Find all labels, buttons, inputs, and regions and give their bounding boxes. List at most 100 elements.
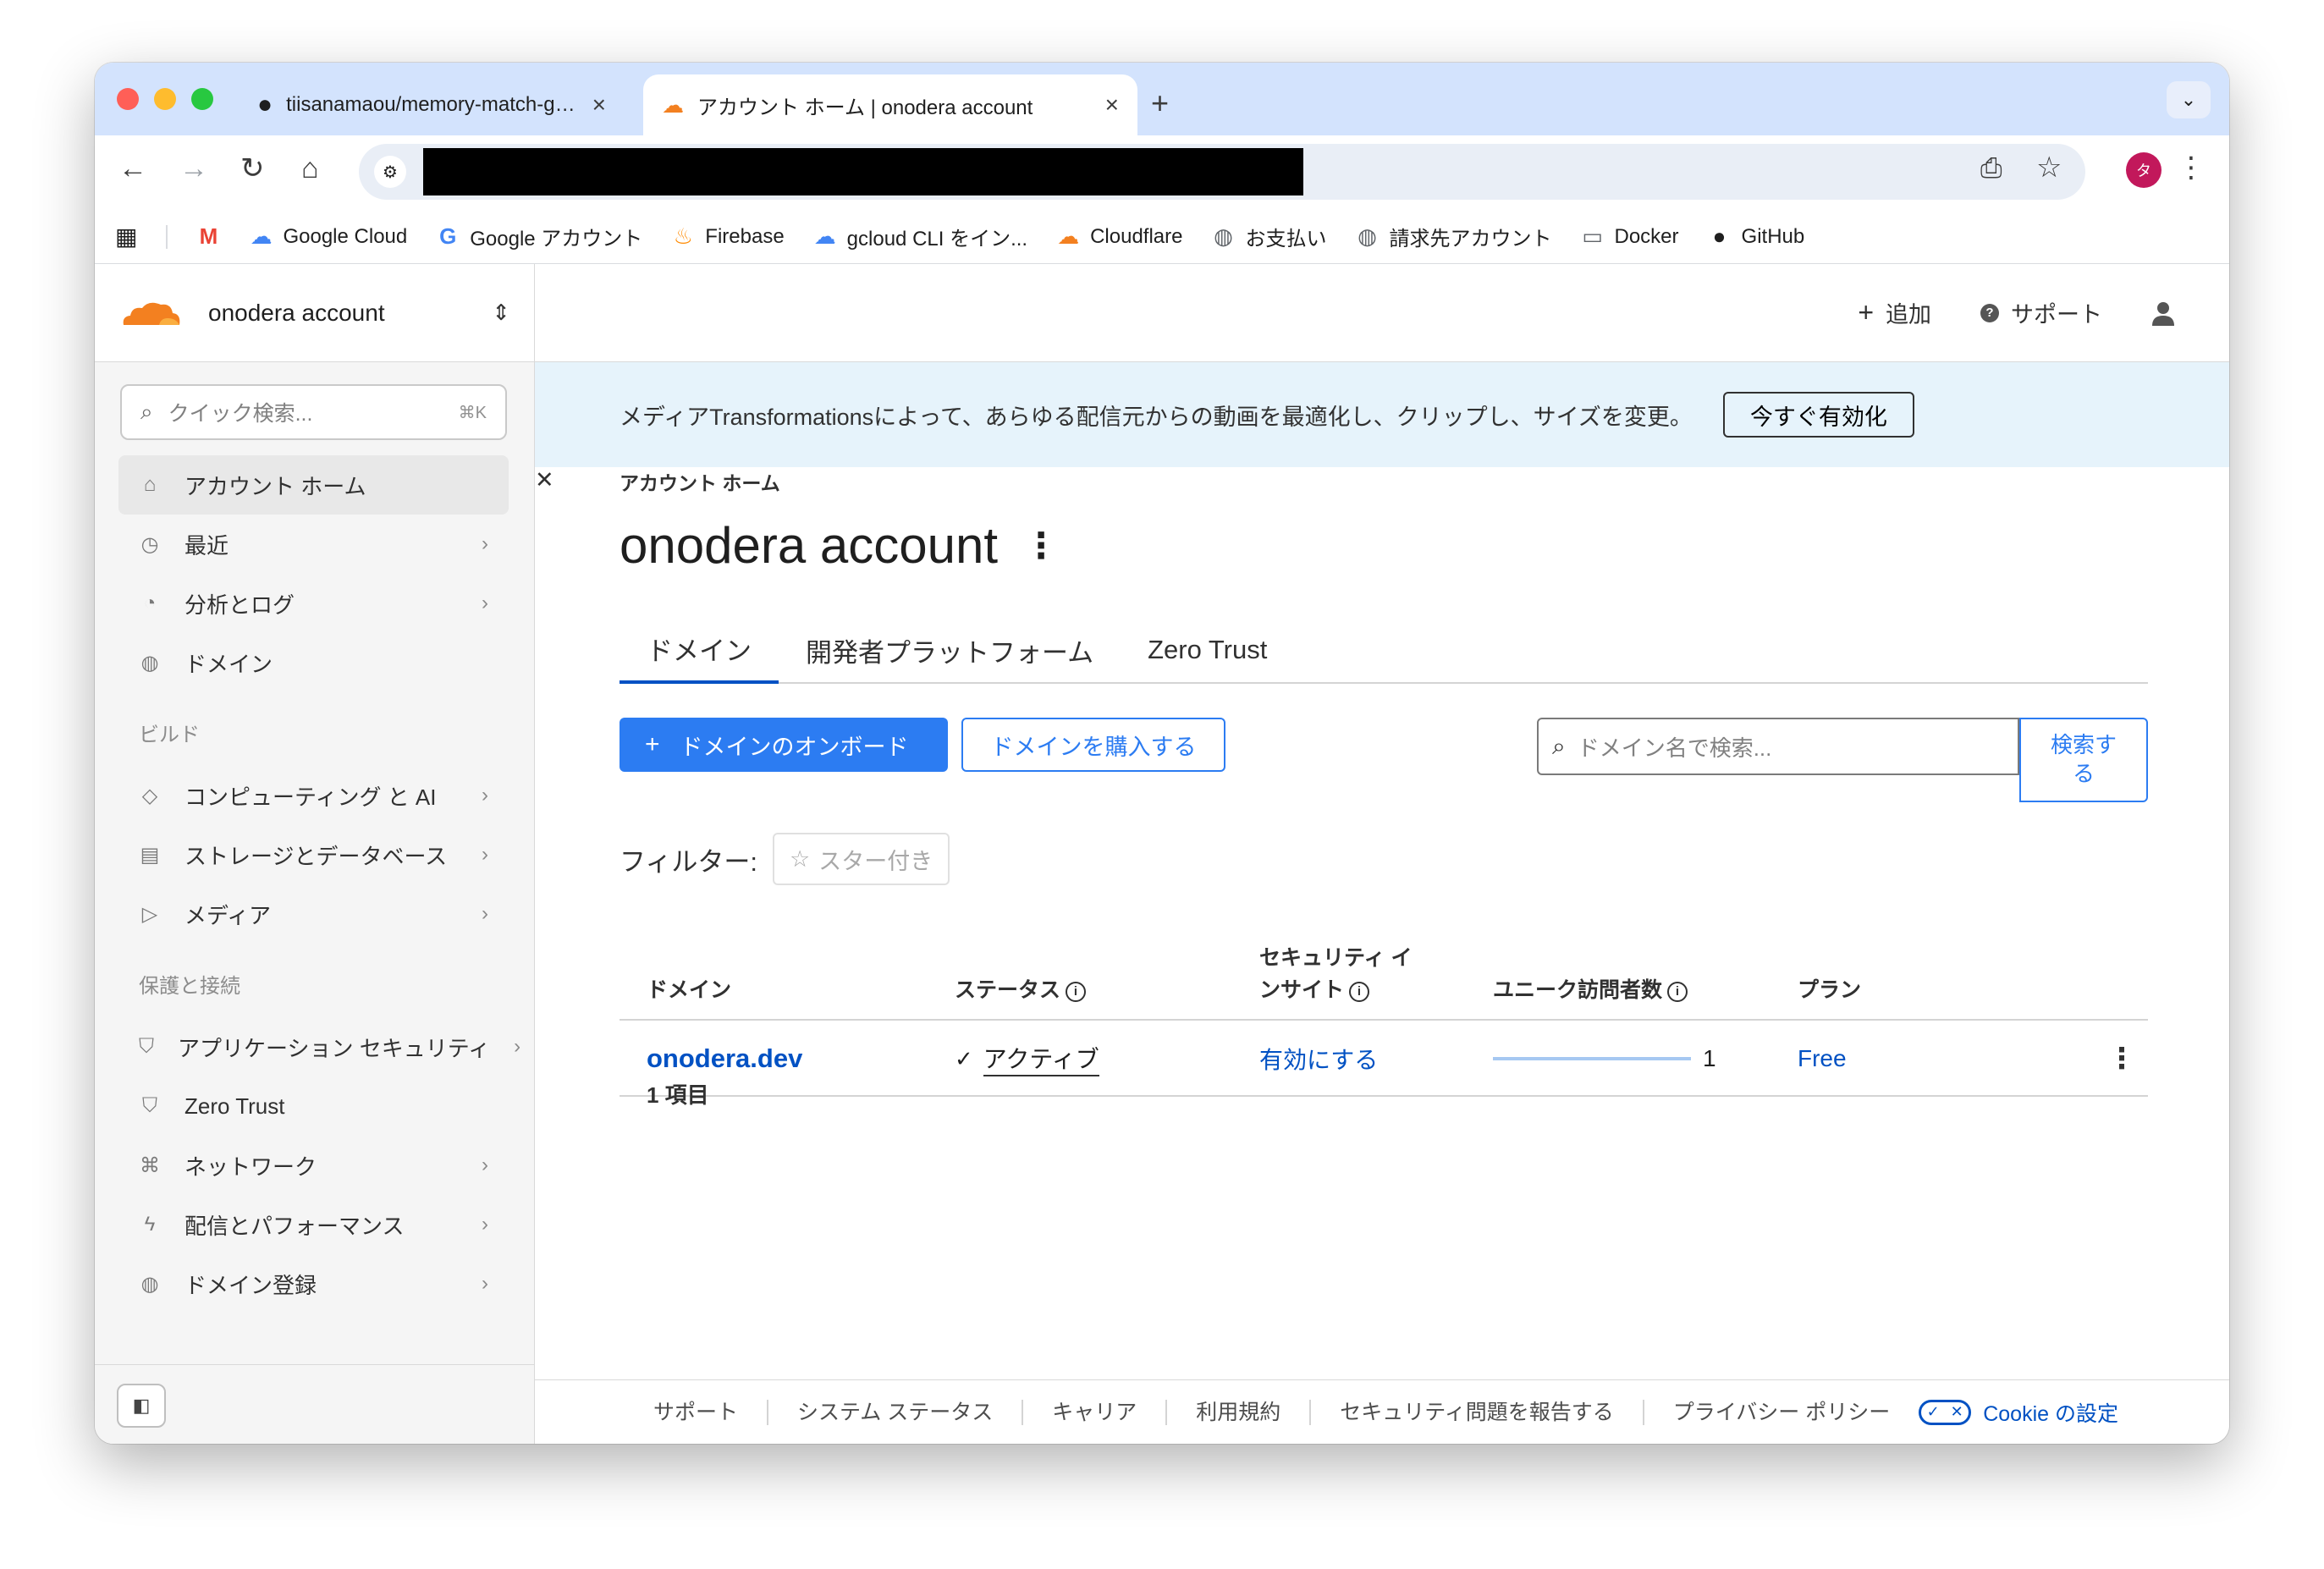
bookmark-docker[interactable]: ▭ Docker bbox=[1581, 223, 1679, 250]
domain-search-input[interactable]: ⌕ ドメイン名で検索... bbox=[1537, 718, 2019, 775]
minimize-window-button[interactable] bbox=[154, 88, 176, 110]
page-content: アカウント ホーム onodera account ⋮ ドメイン 開発者プラット… bbox=[620, 467, 2148, 1108]
address-bar[interactable]: ⚙ bbox=[359, 144, 2085, 200]
footer-link-support[interactable]: サポート bbox=[620, 1399, 769, 1425]
account-menu-button[interactable]: ⋮ bbox=[1023, 525, 1059, 566]
sidebar-item-network[interactable]: ⌘ ネットワーク › bbox=[118, 1136, 509, 1195]
bookmarks-bar: ▦ M ☁ Google Cloud G Google アカウント ♨ Firebas… bbox=[95, 210, 2229, 264]
footer-link-system-status[interactable]: システム ステータス bbox=[768, 1399, 1024, 1425]
enable-security-insights-link[interactable]: 有効にする bbox=[1259, 1021, 1378, 1097]
home-button[interactable]: ⌂ bbox=[301, 154, 319, 183]
bookmark-google-account[interactable]: G Google アカウント bbox=[436, 222, 642, 251]
user-menu-button[interactable] bbox=[2151, 300, 2175, 326]
banner-text: メディアTransformationsによって、あらゆる配信元からの動画を最適化… bbox=[620, 404, 1693, 430]
sidebar-item-label: アプリケーション セキュリティ bbox=[178, 1035, 491, 1061]
plan-link[interactable]: Free bbox=[1798, 1021, 1847, 1097]
star-icon[interactable]: ☆ bbox=[2036, 151, 2062, 184]
close-icon[interactable]: × bbox=[1105, 91, 1119, 118]
browser-menu-button[interactable]: ⋮ bbox=[2177, 151, 2206, 184]
reload-button[interactable]: ↻ bbox=[240, 154, 265, 183]
header-label: ユニーク訪問者数 bbox=[1493, 978, 1663, 1003]
maximize-window-button[interactable] bbox=[191, 88, 213, 110]
onboard-label: ドメインのオンボード bbox=[680, 734, 909, 760]
footer-link-terms[interactable]: 利用規約 bbox=[1167, 1399, 1312, 1425]
close-window-button[interactable] bbox=[117, 88, 139, 110]
chevron-right-icon: › bbox=[482, 843, 488, 866]
column-header-status[interactable]: ステータス i bbox=[955, 974, 1087, 1007]
bookmark-gmail[interactable]: M bbox=[196, 223, 220, 250]
column-header-domain[interactable]: ドメイン bbox=[647, 974, 731, 1007]
bookmark-label: 請求先アカウント bbox=[1389, 228, 1552, 250]
cloudflare-logo-icon bbox=[123, 302, 180, 325]
install-app-icon[interactable]: ⎙ bbox=[1980, 152, 2002, 184]
page-tabs: ドメイン 開発者プラットフォーム Zero Trust bbox=[620, 616, 2148, 684]
cookie-settings-link[interactable]: ✓ ✕ Cookie の設定 bbox=[1919, 1397, 2118, 1428]
bookmark-github[interactable]: ● GitHub bbox=[1708, 223, 1805, 250]
collapse-sidebar-button[interactable]: ◧ bbox=[117, 1384, 166, 1428]
new-tab-button[interactable]: + bbox=[1151, 88, 1169, 118]
bookmark-billing-account[interactable]: ◍ 請求先アカウント bbox=[1356, 222, 1552, 251]
sidebar-item-compute-ai[interactable]: ◇ コンピューティング と AI › bbox=[118, 766, 509, 825]
chevron-right-icon: › bbox=[482, 784, 488, 807]
sidebar-item-zero-trust[interactable]: ⛉ Zero Trust bbox=[118, 1076, 509, 1136]
sidebar-item-analytics[interactable]: ◔ 分析とログ › bbox=[118, 574, 509, 633]
add-button[interactable]: + 追加 bbox=[1858, 296, 1931, 329]
bookmark-firebase[interactable]: ♨ Firebase bbox=[671, 223, 785, 250]
firebase-icon: ♨ bbox=[673, 223, 693, 249]
back-button[interactable]: ← bbox=[118, 154, 147, 183]
buy-domain-button[interactable]: ドメインを購入する bbox=[961, 718, 1225, 772]
sidebar-item-media[interactable]: ▷ メディア › bbox=[118, 884, 509, 944]
onboard-domain-button[interactable]: + ドメインのオンボード bbox=[620, 718, 948, 772]
redacted-url[interactable] bbox=[423, 148, 1303, 195]
bookmark-label: Docker bbox=[1614, 224, 1679, 248]
info-icon[interactable]: i bbox=[1349, 981, 1370, 1002]
apps-icon[interactable]: ▦ bbox=[115, 223, 137, 250]
sidebar-item-storage[interactable]: ▤ ストレージとデータベース › bbox=[118, 825, 509, 884]
tab-developer-platform[interactable]: 開発者プラットフォーム bbox=[779, 616, 1121, 684]
starred-filter-chip[interactable]: ☆ スター付き bbox=[773, 833, 950, 885]
sidebar-item-account-home[interactable]: ⌂ アカウント ホーム bbox=[118, 455, 509, 515]
sidebar-item-label: メディア bbox=[184, 902, 272, 928]
tab-domains[interactable]: ドメイン bbox=[620, 616, 779, 684]
quick-search-input[interactable]: ⌕ クイック検索... ⌘K bbox=[120, 384, 507, 440]
sidebar-item-app-security[interactable]: ⛉ アプリケーション セキュリティ › bbox=[118, 1017, 520, 1076]
enable-now-button[interactable]: 今すぐ有効化 bbox=[1722, 392, 1914, 438]
visitors-count: 1 bbox=[1703, 1045, 1716, 1071]
sidebar-item-delivery[interactable]: ϟ 配信とパフォーマンス › bbox=[118, 1195, 509, 1254]
chevron-up-down-icon: ⇕ bbox=[492, 300, 510, 325]
support-label: サポート bbox=[2011, 302, 2102, 328]
bookmark-label: Google Cloud bbox=[283, 224, 408, 248]
bookmark-google-cloud[interactable]: ☁ Google Cloud bbox=[249, 223, 407, 250]
bookmark-cloudflare[interactable]: ☁ Cloudflare bbox=[1056, 223, 1182, 250]
status-label[interactable]: アクティブ bbox=[983, 1041, 1099, 1076]
footer-link-report-security[interactable]: セキュリティ問題を報告する bbox=[1311, 1399, 1644, 1425]
row-menu-button[interactable]: ⋮ bbox=[2107, 1021, 2136, 1097]
sidebar-item-recent[interactable]: ◷ 最近 › bbox=[118, 515, 509, 574]
column-header-unique-visitors[interactable]: ユニーク訪問者数 i bbox=[1493, 974, 1688, 1007]
browser-tab-cloudflare[interactable]: ☁ アカウント ホーム | onodera account × bbox=[643, 74, 1137, 135]
forward-button[interactable]: → bbox=[179, 154, 208, 183]
support-button[interactable]: ? サポート bbox=[1980, 296, 2102, 329]
footer-link-careers[interactable]: キャリア bbox=[1023, 1399, 1168, 1425]
tab-search-button[interactable]: ⌄ bbox=[2167, 81, 2211, 118]
column-header-security-insights[interactable]: セキュリティ イ ンサイト i bbox=[1259, 942, 1412, 1008]
star-icon: ☆ bbox=[790, 845, 811, 872]
search-button[interactable]: 検索する bbox=[2019, 718, 2148, 802]
status-cell: ✓ アクティブ bbox=[955, 1021, 1099, 1097]
account-switcher[interactable]: onodera account ⇕ bbox=[95, 264, 534, 362]
tab-zero-trust[interactable]: Zero Trust bbox=[1121, 616, 1294, 684]
info-icon[interactable]: i bbox=[1667, 981, 1688, 1002]
globe-icon: ◍ bbox=[140, 1272, 159, 1296]
cloudflare-icon: ☁ bbox=[662, 91, 684, 118]
site-info-icon[interactable]: ⚙ bbox=[374, 156, 406, 188]
footer-link-privacy[interactable]: プライバシー ポリシー bbox=[1644, 1400, 1919, 1425]
bookmark-gcloud-cli[interactable]: ☁ gcloud CLI をイン... bbox=[813, 222, 1027, 251]
profile-avatar[interactable]: タ bbox=[2126, 152, 2162, 188]
bookmark-payments[interactable]: ◍ お支払い bbox=[1212, 222, 1326, 251]
close-icon[interactable]: × bbox=[592, 91, 606, 118]
info-icon[interactable]: i bbox=[1066, 981, 1087, 1002]
sidebar-item-domain-registration[interactable]: ◍ ドメイン登録 › bbox=[118, 1254, 509, 1313]
browser-tab-github[interactable]: ● tiisanamaou/memory-match-game × bbox=[239, 74, 625, 135]
sidebar-item-domains[interactable]: ◍ ドメイン bbox=[118, 633, 509, 692]
column-header-plan[interactable]: プラン bbox=[1798, 974, 1861, 1007]
